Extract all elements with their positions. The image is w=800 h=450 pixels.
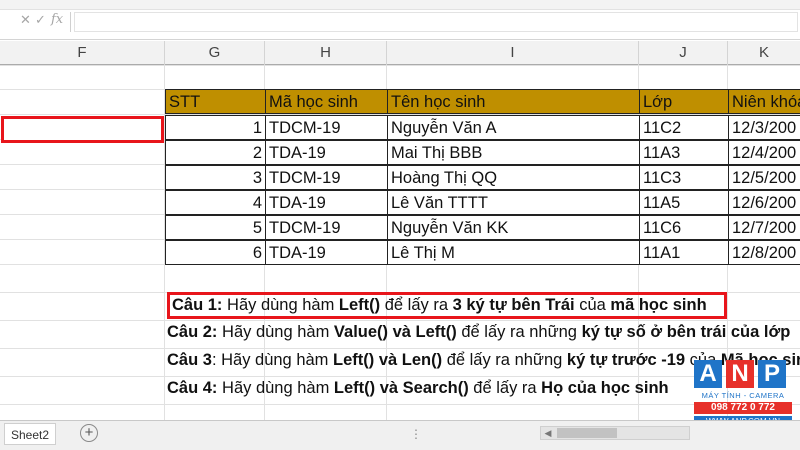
sheet-tab-sheet2[interactable]: Sheet2 [4, 423, 56, 445]
formula-bar-top-strip [0, 0, 800, 10]
table-cell-ten[interactable]: Mai Thị BBB [387, 140, 640, 165]
scrollbar-thumb[interactable] [557, 428, 617, 438]
horizontal-scrollbar[interactable]: ◀ [540, 426, 690, 440]
question-2[interactable]: Câu 2: Hãy dùng hàm Value() và Left() để… [167, 319, 790, 346]
question-text-run: Hãy dùng hàm [222, 296, 339, 314]
question-text-run: của [574, 296, 611, 314]
table-cell-nien-khoa[interactable]: 12/6/200 [728, 190, 800, 215]
table-cell-ma[interactable]: TDCM-19 [265, 115, 388, 140]
table-header-stt[interactable]: STT [165, 89, 266, 114]
grid-line [0, 404, 800, 405]
question-1[interactable]: Câu 1: Hãy dùng hàm Left() để lấy ra 3 k… [167, 292, 727, 319]
tab-splitter-handle[interactable]: ⋮ [410, 427, 422, 441]
x-icon[interactable]: ✕ [20, 12, 31, 28]
question-4[interactable]: Câu 4: Hãy dùng hàm Left() và Search() đ… [167, 375, 669, 402]
question-text-run: Left() và Len() [333, 351, 443, 369]
formula-bar: ✕ ✓ fx [0, 0, 800, 40]
question-text-run: 3 ký tự bên Trái [452, 296, 575, 314]
column-header-h[interactable]: H [265, 41, 387, 65]
table-cell-nien-khoa[interactable]: 12/5/200 [728, 165, 800, 190]
table-header-ma-hoc-sinh[interactable]: Mã học sinh [265, 89, 388, 114]
scroll-left-icon[interactable]: ◀ [541, 426, 555, 440]
table-cell-ten[interactable]: Lê Văn TTTT [387, 190, 640, 215]
table-cell-ten[interactable]: Nguyễn Văn A [387, 115, 640, 140]
table-cell-lop[interactable]: 11A1 [639, 240, 729, 265]
column-header-i[interactable]: I [387, 41, 639, 65]
question-text-run: Left() [338, 296, 381, 314]
table-header-ten-hoc-sinh[interactable]: Tên học sinh [387, 89, 640, 114]
table-header-lop[interactable]: Lớp [639, 89, 729, 114]
question-text-run: mã học sinh [610, 296, 707, 314]
table-cell-lop[interactable]: 11A3 [639, 140, 729, 165]
question-text-run: Câu 4: [167, 379, 218, 397]
question-text-run: để lấy ra [468, 379, 542, 397]
question-text-run: : Hãy dùng hàm [211, 351, 334, 369]
table-cell-lop[interactable]: 11A5 [639, 190, 729, 215]
plus-circle-icon[interactable]: + [80, 424, 98, 442]
table-cell-nien-khoa[interactable]: 12/4/200 [728, 140, 800, 165]
check-icon[interactable]: ✓ [35, 12, 46, 28]
question-text-run: Họ của học sinh [541, 379, 669, 397]
column-header-k[interactable]: K [728, 41, 800, 65]
table-cell-ten[interactable]: Hoàng Thị QQ [387, 165, 640, 190]
table-cell-ten[interactable]: Nguyễn Văn KK [387, 215, 640, 240]
formula-input[interactable] [74, 12, 798, 32]
highlighted-cell-f[interactable] [1, 116, 164, 143]
table-cell-stt[interactable]: 3 [165, 165, 266, 190]
question-text-run: Câu 2: [167, 323, 218, 341]
question-text-run: Câu 3 [167, 351, 212, 369]
table-cell-ma[interactable]: TDA-19 [265, 140, 388, 165]
question-text-run: ký tự số ở bên trái của lớp [581, 323, 791, 341]
table-cell-ten[interactable]: Lê Thị M [387, 240, 640, 265]
table-cell-stt[interactable]: 4 [165, 190, 266, 215]
table-cell-stt[interactable]: 1 [165, 115, 266, 140]
question-text-run: để lấy ra những [442, 351, 567, 369]
table-cell-stt[interactable]: 6 [165, 240, 266, 265]
table-cell-lop[interactable]: 11C3 [639, 165, 729, 190]
column-header-j[interactable]: J [639, 41, 728, 65]
question-text-run: Hãy dùng hàm [217, 379, 334, 397]
table-cell-nien-khoa[interactable]: 12/7/200 [728, 215, 800, 240]
question-text-run: Value() và Left() [333, 323, 457, 341]
question-text-run: Hãy dùng hàm [217, 323, 334, 341]
logo-letter: P [758, 360, 786, 388]
question-text-run: Câu 1: [172, 296, 223, 314]
table-cell-ma[interactable]: TDA-19 [265, 240, 388, 265]
logo-tagline: MÁY TÍNH - CAMERA [701, 391, 785, 400]
formula-bar-divider [70, 12, 71, 32]
table-cell-stt[interactable]: 2 [165, 140, 266, 165]
column-header-f[interactable]: F [0, 41, 165, 65]
fx-icon[interactable]: fx [51, 12, 63, 27]
table-cell-stt[interactable]: 5 [165, 215, 266, 240]
table-cell-nien-khoa[interactable]: 12/8/200 [728, 240, 800, 265]
question-text-run: để lấy ra những [456, 323, 582, 341]
column-header-g[interactable]: G [165, 41, 265, 65]
sheet-tab-bar: Sheet2 + ⋮ ◀ [0, 420, 800, 450]
table-cell-lop[interactable]: 11C2 [639, 115, 729, 140]
table-cell-nien-khoa[interactable]: 12/3/200 [728, 115, 800, 140]
logo-letter: N [726, 360, 754, 388]
question-text-run: Left() và Search() [333, 379, 469, 397]
logo-phone: 098 772 0 772 [694, 402, 792, 414]
question-text-run: ký tự trước -19 [566, 351, 686, 369]
table-cell-ma[interactable]: TDCM-19 [265, 215, 388, 240]
logo-letters: A N P [694, 360, 786, 388]
question-text-run: để lấy ra [380, 296, 453, 314]
table-cell-ma[interactable]: TDCM-19 [265, 165, 388, 190]
table-header-nien-khoa[interactable]: Niên khóa [728, 89, 800, 114]
table-cell-ma[interactable]: TDA-19 [265, 190, 388, 215]
column-header-row: F G H I J K [0, 41, 800, 65]
logo-letter: A [694, 360, 722, 388]
table-cell-lop[interactable]: 11C6 [639, 215, 729, 240]
grid-line [0, 65, 800, 66]
